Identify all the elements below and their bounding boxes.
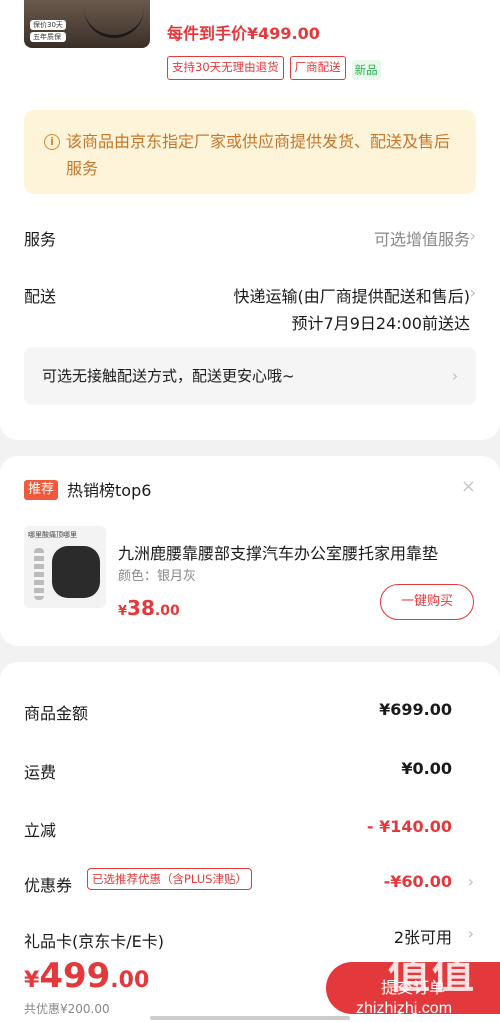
one-click-buy-button[interactable]: 一键购买 <box>380 584 474 620</box>
total-integer: 499 <box>39 956 111 996</box>
home-indicator[interactable] <box>150 1016 350 1020</box>
shipping-value: ¥0.00 <box>401 759 452 778</box>
vendor-notice: i 该商品由京东指定厂家或供应商提供发货、配送及售后服务 <box>24 110 476 194</box>
delivery-eta: 预计7月9日24:00前送达 <box>291 314 470 333</box>
giftcard-value[interactable]: 2张可用 <box>394 924 452 948</box>
info-icon: i <box>44 134 60 150</box>
return-policy-tag: 支持30天无理由退货 <box>167 56 284 80</box>
close-icon[interactable]: × <box>461 476 476 497</box>
spine-graphic <box>34 548 44 600</box>
delivery-method[interactable]: 快递运输(由厂商提供配送和售后) <box>234 283 471 307</box>
order-product-card: 保价30天 五年质保 每件到手价¥499.00 支持30天无理由退货 厂商配送 … <box>0 0 500 440</box>
new-product-tag: 新品 <box>351 60 381 80</box>
chair-image <box>84 8 144 38</box>
price-currency: ¥ <box>118 604 128 619</box>
recommend-product-name[interactable]: 九洲鹿腰靠腰部支撑汽车办公室腰托家用靠垫 <box>118 540 466 564</box>
total-currency: ¥ <box>24 968 40 993</box>
recommendation-card: 推荐 热销榜top6 × 哪里酸痛顶哪里 九洲鹿腰靠腰部支撑汽车办公室腰托家用靠… <box>0 456 500 646</box>
recommend-title: 热销榜top6 <box>67 481 152 500</box>
recommend-product-spec: 颜色：银月灰 <box>118 569 197 584</box>
contactless-text: 可选无接触配送方式，配送更安心哦~ <box>42 367 295 385</box>
total-price: ¥499.00 <box>24 956 149 996</box>
chevron-right-icon[interactable]: › <box>468 924 474 943</box>
goods-amount-label: 商品金额 <box>24 704 89 723</box>
recommend-badge: 推荐 <box>24 480 59 500</box>
chevron-right-icon[interactable]: › <box>468 872 474 891</box>
submit-order-button[interactable]: 提交订单 <box>326 962 500 1014</box>
product-tags: 支持30天无理由退货 厂商配送 新品 <box>167 56 381 80</box>
chevron-right-icon: › <box>452 367 458 385</box>
discount-label: 立减 <box>24 821 57 840</box>
lumbar-cushion-graphic <box>52 546 100 598</box>
discount-value: - ¥140.00 <box>366 817 452 836</box>
price-decimal: .00 <box>154 603 180 619</box>
shipping-label: 运费 <box>24 763 57 782</box>
coupon-value[interactable]: -¥60.00 <box>384 872 452 891</box>
contactless-delivery-option[interactable]: 可选无接触配送方式，配送更安心哦~ › <box>24 347 476 405</box>
total-decimal: .00 <box>110 968 150 993</box>
coupon-label: 优惠券 <box>24 876 73 895</box>
thumbnail-tags: 保价30天 五年质保 <box>30 20 66 44</box>
giftcard-label: 礼品卡(京东卡/E卡) <box>24 932 164 951</box>
goods-amount-value: ¥699.00 <box>379 700 452 719</box>
value-added-service-link[interactable]: 可选增值服务 <box>374 226 470 250</box>
image-caption: 哪里酸痛顶哪里 <box>28 531 77 539</box>
coupon-selected-tag: 已选推荐优惠（含PLUS津贴） <box>87 868 252 890</box>
service-label: 服务 <box>24 230 57 249</box>
thumbnail-tag: 保价30天 <box>30 20 66 30</box>
price-integer: 38 <box>127 596 155 620</box>
notice-text: 该商品由京东指定厂家或供应商提供发货、配送及售后服务 <box>66 132 451 178</box>
unit-price: 每件到手价¥499.00 <box>167 24 320 43</box>
recommend-product-image[interactable]: 哪里酸痛顶哪里 <box>24 526 106 608</box>
delivery-label: 配送 <box>24 287 57 306</box>
chevron-right-icon[interactable]: › <box>470 226 476 245</box>
product-thumbnail[interactable]: 保价30天 五年质保 <box>24 0 150 48</box>
checkout-bar: ¥499.00 共优惠¥200.00 提交订单 <box>0 952 500 1022</box>
recommend-product-price: ¥38.00 <box>118 596 180 620</box>
vendor-delivery-tag: 厂商配送 <box>289 56 346 80</box>
chevron-right-icon[interactable]: › <box>470 283 476 302</box>
total-savings: 共优惠¥200.00 <box>24 1002 110 1016</box>
thumbnail-tag: 五年质保 <box>30 32 66 42</box>
